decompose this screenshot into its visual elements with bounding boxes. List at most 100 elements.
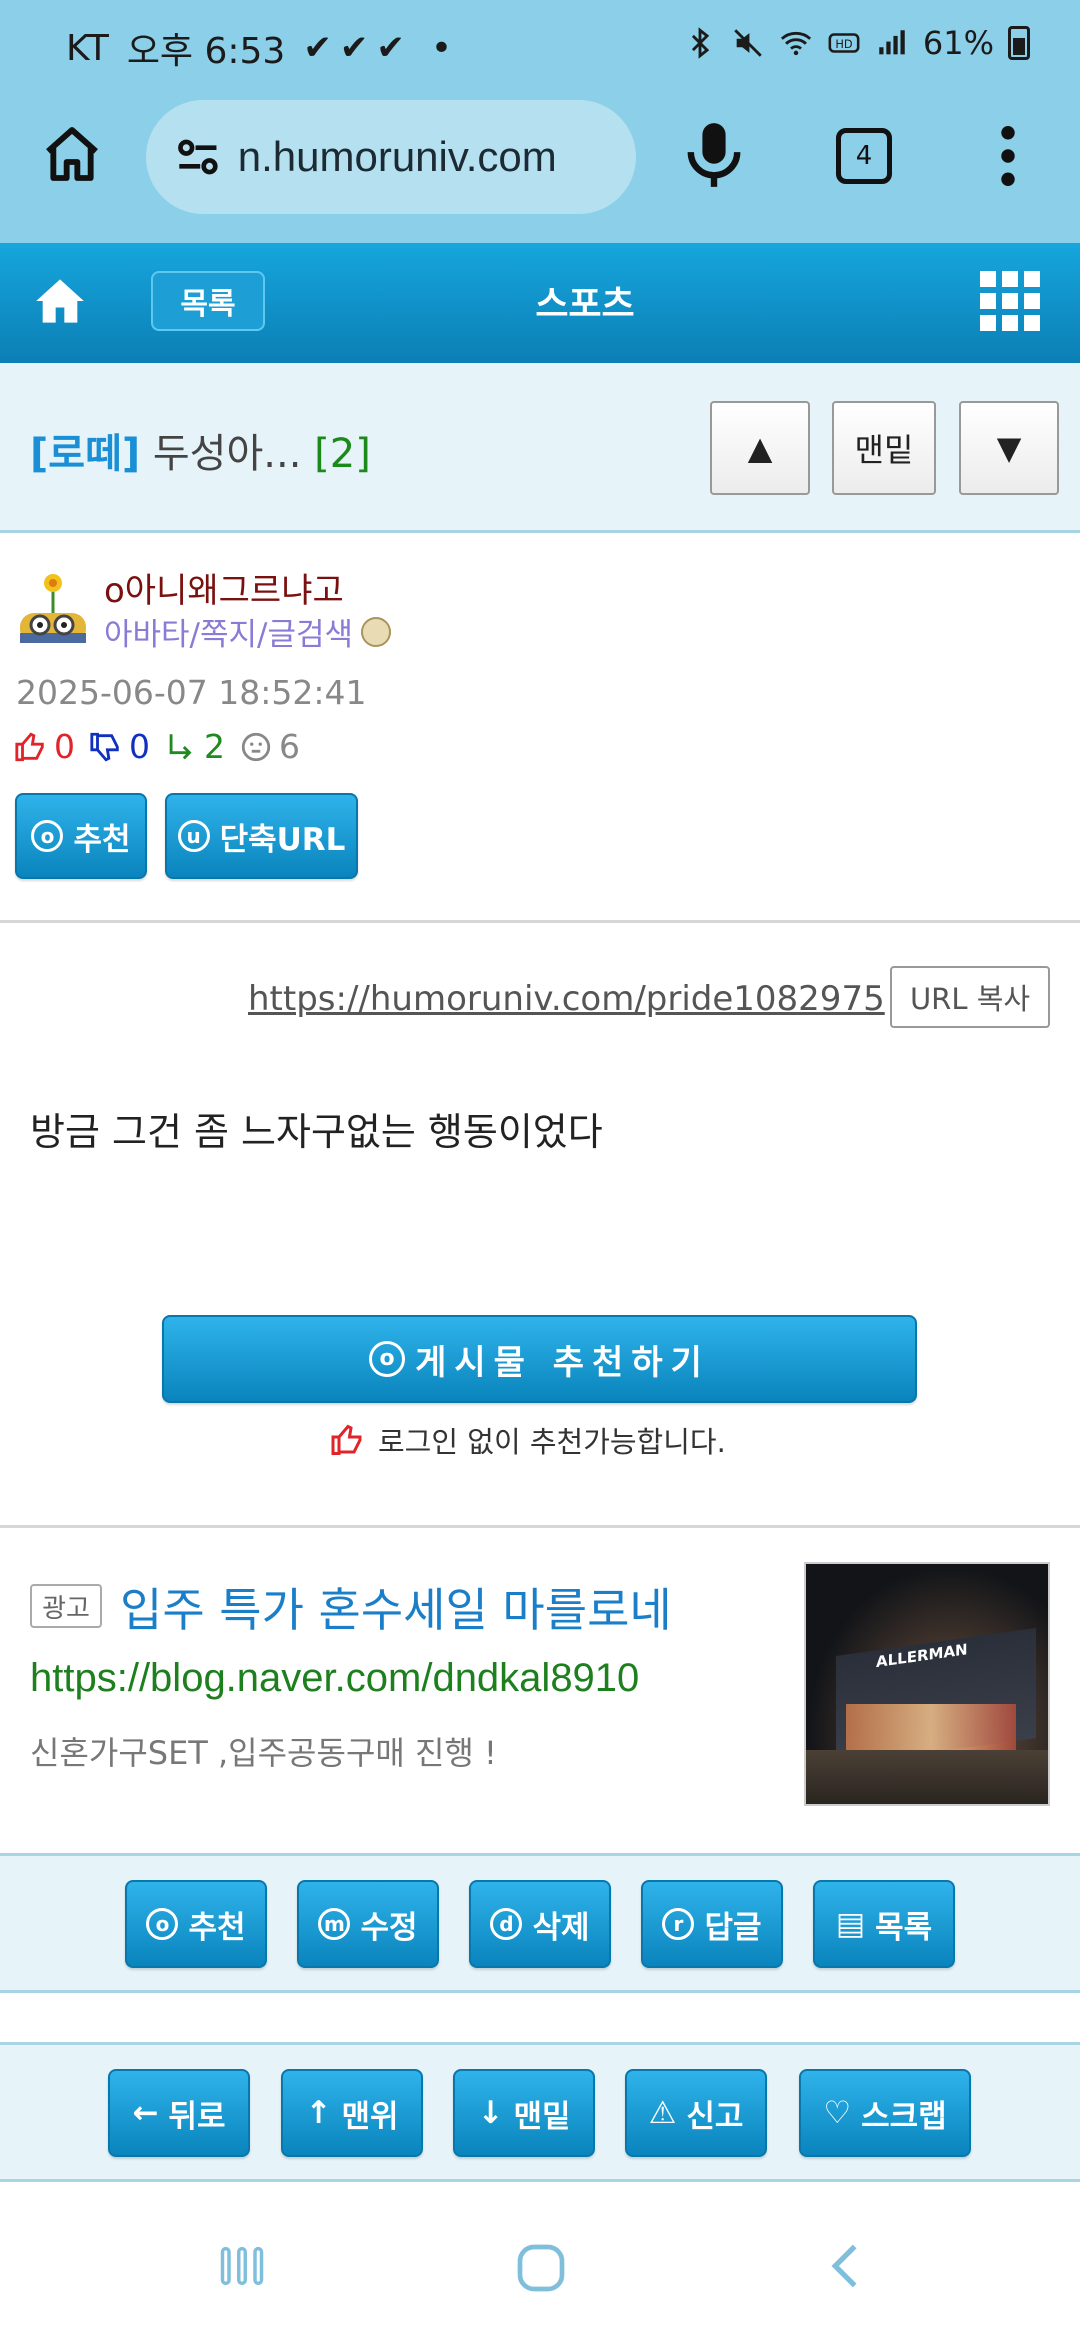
- home-nav-icon[interactable]: [513, 2240, 569, 2296]
- action-label: 뒤로: [168, 2098, 226, 2135]
- ad-link[interactable]: https://blog.naver.com/dndkal8910: [30, 1656, 639, 1701]
- bluetooth-icon: [691, 27, 710, 59]
- post-url-link[interactable]: https://humoruniv.com/pride1082975: [248, 979, 885, 1019]
- ad-block[interactable]: 광고 입주 특가 혼수세일 마를로네 https://blog.naver.co…: [0, 1528, 1080, 1853]
- to-bottom-button[interactable]: ↓ 맨밑: [453, 2069, 595, 2157]
- action-label: 스크랩: [861, 2098, 947, 2135]
- site-home-icon[interactable]: [34, 275, 86, 327]
- site-nav-bar: 목록 스포츠: [0, 243, 1080, 363]
- short-url-button[interactable]: u 단축URL: [165, 793, 358, 879]
- scroll-bottom-button[interactable]: 맨밑: [832, 401, 936, 495]
- level-badge-icon: [361, 616, 392, 647]
- android-nav-bar: [0, 2190, 1080, 2340]
- action-label: 추천: [188, 1909, 246, 1946]
- list-button-bottom[interactable]: ▤ 목록: [813, 1880, 955, 1968]
- thumbs-down-icon: [90, 732, 119, 762]
- action-label: 맨밑: [513, 2098, 571, 2135]
- recommend-circle-icon: o: [146, 1908, 179, 1940]
- downvote-count: 0: [129, 727, 150, 766]
- thumbs-up-icon: [15, 731, 44, 761]
- view-count: 6: [279, 727, 300, 766]
- thumbs-up-icon: [331, 1424, 362, 1455]
- avatar[interactable]: [16, 569, 90, 645]
- scroll-down-button[interactable]: ▼: [959, 401, 1059, 495]
- recommend-note-text: 로그인 없이 추천가능합니다.: [378, 1425, 726, 1459]
- post-title: [로떼] 두성아... [2]: [30, 421, 371, 479]
- ad-image[interactable]: ALLERMAN: [804, 1562, 1050, 1806]
- site-settings-icon[interactable]: [170, 129, 226, 185]
- post-title-bar: [로떼] 두성아... [2] ▲ 맨밑 ▼: [0, 363, 1080, 533]
- author-name[interactable]: o아니왜그르냐고: [104, 563, 344, 612]
- hd-icon: HD: [828, 33, 860, 53]
- ad-title[interactable]: 입주 특가 혼수세일 마를로네: [120, 1574, 672, 1640]
- action-label: 목록: [875, 1909, 933, 1946]
- back-nav-icon[interactable]: [820, 2240, 872, 2292]
- check-notification-icon: ✔✔✔: [303, 28, 413, 68]
- report-icon: ⚠: [648, 2095, 677, 2131]
- ad-description: 신혼가구SET ,입주공동구매 진행 !: [30, 1734, 497, 1772]
- down-arrow-icon: ↓: [477, 2095, 504, 2131]
- scrap-button[interactable]: ♡ 스크랩: [799, 2069, 971, 2157]
- ad-tag: 광고: [30, 1584, 102, 1628]
- author-links[interactable]: 아바타/쪽지/글검색: [104, 609, 392, 654]
- battery-icon: [1008, 26, 1030, 60]
- action-label: 맨위: [341, 2098, 399, 2135]
- home-icon[interactable]: [40, 122, 104, 186]
- recommend-note: 로그인 없이 추천가능합니다.: [330, 1419, 726, 1461]
- action-label: 수정: [360, 1909, 418, 1946]
- recommend-label: 추천: [73, 821, 131, 858]
- section-title: 스포츠: [535, 284, 635, 325]
- list-button[interactable]: 목록: [151, 271, 265, 331]
- to-top-button[interactable]: ↑ 맨위: [281, 2069, 423, 2157]
- browser-toolbar: n.humoruniv.com 4: [0, 95, 1080, 243]
- signal-icon: [879, 30, 905, 55]
- scroll-up-button[interactable]: ▲: [710, 401, 810, 495]
- action-label: 신고: [686, 2098, 744, 2135]
- post-action-bar: o 추천 m 수정 d 삭제 r 답글 ▤ 목록: [0, 1853, 1080, 1993]
- mic-icon[interactable]: [685, 120, 743, 190]
- svg-text:HD: HD: [835, 37, 853, 51]
- action-label: 삭제: [532, 1909, 590, 1946]
- post-body: 방금 그건 좀 느자구없는 행동이었다: [30, 1110, 603, 1154]
- author-block: o아니왜그르냐고 아바타/쪽지/글검색 2025-06-07 18:52:41 …: [0, 533, 1080, 923]
- reply-button[interactable]: r 답글: [641, 1880, 783, 1968]
- back-button[interactable]: ← 뒤로: [108, 2069, 250, 2157]
- short-url-circle-icon: u: [177, 820, 210, 852]
- short-url-label: 단축URL: [219, 821, 346, 858]
- edit-button[interactable]: m 수정: [297, 1880, 439, 1968]
- navigation-action-bar: ← 뒤로 ↑ 맨위 ↓ 맨밑 ⚠ 신고 ♡ 스크랩: [0, 2042, 1080, 2182]
- post-date: 2025-06-07 18:52:41: [16, 673, 367, 712]
- url-text[interactable]: n.humoruniv.com: [238, 133, 636, 181]
- big-recommend-circle-icon: o: [369, 1341, 406, 1377]
- action-label: 답글: [704, 1909, 762, 1946]
- post-content: https://humoruniv.com/pride1082975 URL 복…: [0, 923, 1080, 1528]
- action-recommend-button[interactable]: o 추천: [125, 1880, 267, 1968]
- tabs-icon[interactable]: 4: [836, 128, 892, 184]
- wifi-icon: [780, 31, 811, 56]
- recent-apps-icon[interactable]: [216, 2240, 268, 2292]
- address-bar[interactable]: n.humoruniv.com: [146, 100, 636, 214]
- heart-icon: ♡: [823, 2095, 852, 2131]
- reply-count: 2: [204, 727, 225, 766]
- report-button[interactable]: ⚠ 신고: [625, 2069, 767, 2157]
- big-recommend-button[interactable]: o 게시물 추천하기: [162, 1315, 917, 1403]
- up-arrow-icon: ↑: [305, 2095, 332, 2131]
- reply-circle-icon: r: [662, 1908, 695, 1940]
- delete-button[interactable]: d 삭제: [469, 1880, 611, 1968]
- browser-chrome: KT 오후 6:53 ✔✔✔ • HD 61% n.humoruniv.com …: [0, 0, 1080, 243]
- list-icon: ▤: [835, 1906, 866, 1942]
- more-icon[interactable]: [994, 125, 1022, 187]
- delete-circle-icon: d: [490, 1908, 523, 1940]
- recommend-circle-icon: o: [31, 820, 64, 852]
- post-stats: 0 0 2 6: [14, 727, 300, 766]
- back-arrow-icon: ←: [132, 2095, 159, 2131]
- upvote-count: 0: [54, 727, 75, 766]
- comment-count: [2]: [314, 431, 371, 477]
- notification-dot-icon: •: [430, 27, 453, 69]
- carrier-label: KT: [66, 27, 109, 69]
- grid-menu-icon[interactable]: [980, 271, 1040, 331]
- url-copy-button[interactable]: URL 복사: [890, 966, 1050, 1028]
- author-links-text[interactable]: 아바타/쪽지/글검색: [104, 609, 353, 654]
- status-bar: KT 오후 6:53 ✔✔✔ • HD 61%: [0, 0, 1080, 95]
- recommend-button[interactable]: o 추천: [15, 793, 147, 879]
